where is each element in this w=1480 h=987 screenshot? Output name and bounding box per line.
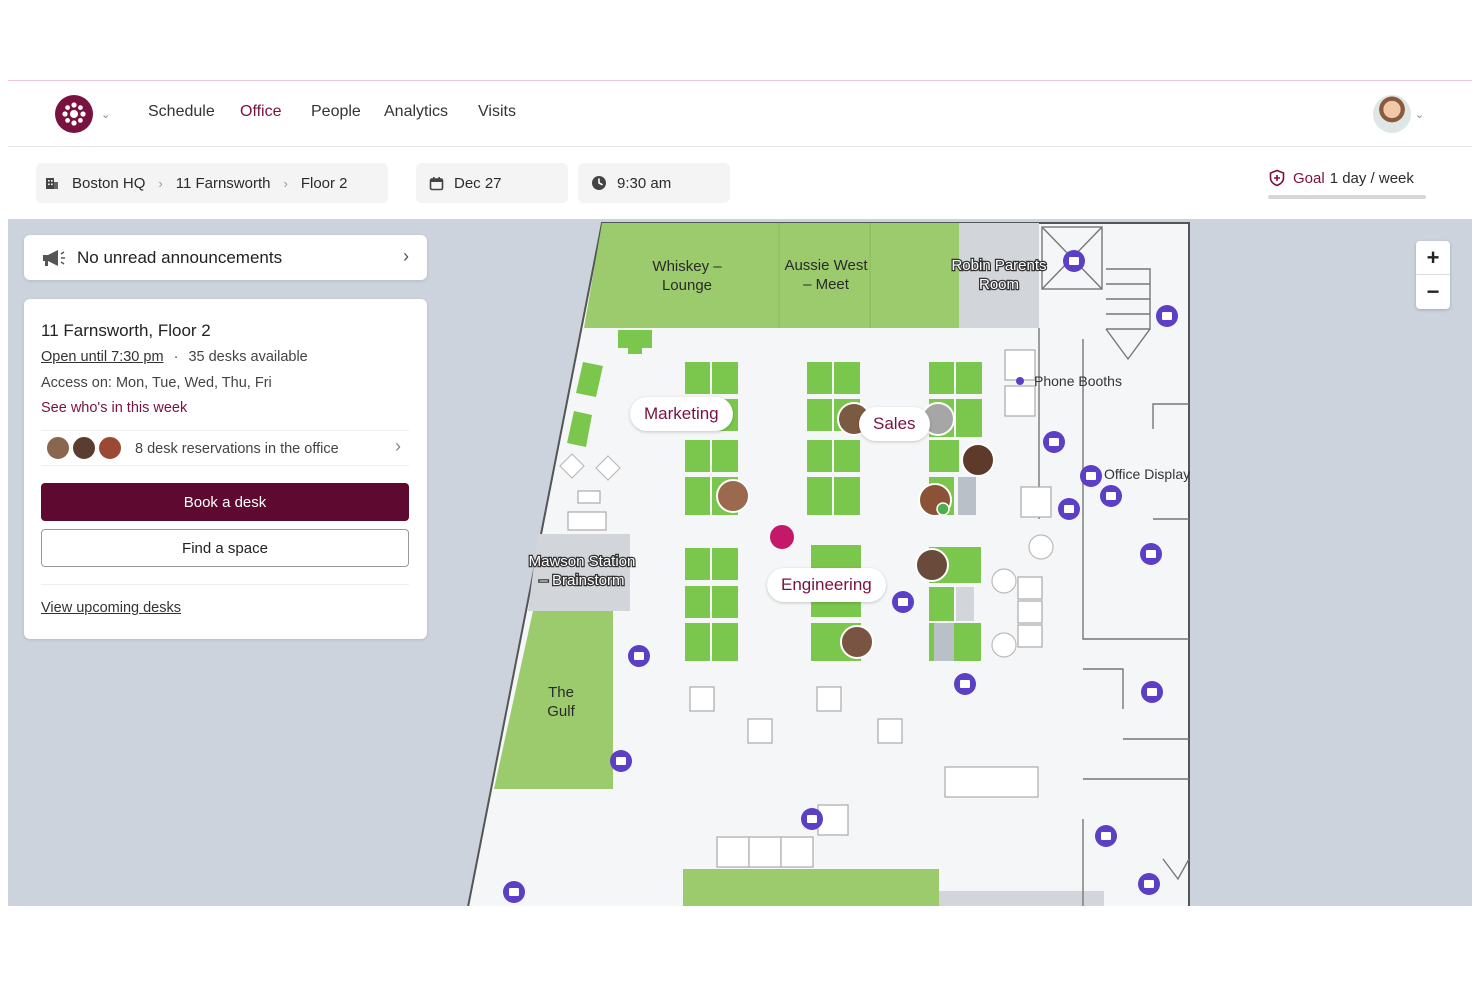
neighborhood-engineering[interactable]: Engineering xyxy=(767,568,886,602)
room-label-mawson: Mawson Station xyxy=(529,553,636,570)
date-value: Dec 27 xyxy=(454,174,502,192)
room-bottom xyxy=(683,869,939,906)
office-title: 11 Farnsworth, Floor 2 xyxy=(41,321,211,340)
room-label-whiskey-2: Lounge xyxy=(662,277,712,294)
shield-plus-icon xyxy=(1269,169,1285,187)
goal-indicator[interactable]: Goal 1 day / week xyxy=(1268,169,1414,187)
goal-value: 1 day / week xyxy=(1329,169,1414,187)
chevron-right-icon: › xyxy=(283,175,288,191)
floor-map-area[interactable]: Whiskey – Lounge Aussie West – Meet Robi… xyxy=(8,219,1472,906)
brand-logo[interactable] xyxy=(55,95,93,133)
room-label-robin-2: Room xyxy=(979,276,1019,293)
nav-people[interactable]: People xyxy=(311,103,361,121)
room-label-robin: Robin Parents xyxy=(951,257,1046,274)
divider xyxy=(41,584,409,585)
breadcrumb-building[interactable]: Boston HQ xyxy=(72,175,145,192)
chevron-right-icon: › xyxy=(403,246,409,266)
breadcrumb-floor[interactable]: Floor 2 xyxy=(301,175,348,192)
filter-bar: Boston HQ › 11 Farnsworth › Floor 2 Dec … xyxy=(8,147,1472,219)
office-hours-row: Open until 7:30 pm · 35 desks available xyxy=(41,349,308,365)
zoom-controls: + − xyxy=(1416,241,1450,309)
nav-office[interactable]: Office xyxy=(240,103,282,121)
chevron-down-icon[interactable]: ⌄ xyxy=(101,108,110,121)
top-nav: ⌄ Schedule Office People Analytics Visit… xyxy=(8,81,1472,147)
calendar-icon xyxy=(429,176,444,190)
breadcrumb-address[interactable]: 11 Farnsworth xyxy=(176,175,271,192)
nav-schedule[interactable]: Schedule xyxy=(148,103,215,121)
avatar xyxy=(45,435,71,461)
office-info-card: 11 Farnsworth, Floor 2 Open until 7:30 p… xyxy=(24,299,427,639)
clock-icon xyxy=(592,176,606,190)
chevron-right-icon: › xyxy=(158,175,163,191)
access-days: Access on: Mon, Tue, Wed, Thu, Fri xyxy=(41,375,272,391)
label-office-display: Office Display xyxy=(1104,466,1190,482)
reservations-row[interactable]: 8 desk reservations in the office › xyxy=(41,430,409,466)
current-location-marker xyxy=(770,525,794,549)
reservations-text: 8 desk reservations in the office xyxy=(135,441,339,457)
desks-available: 35 desks available xyxy=(188,349,308,365)
find-space-button[interactable]: Find a space xyxy=(41,529,409,567)
see-whos-in-link[interactable]: See who's in this week xyxy=(41,400,187,416)
room-label-gulf: The xyxy=(548,684,574,701)
room-label-mawson-2: – Brainstorm xyxy=(539,572,624,589)
nav-analytics[interactable]: Analytics xyxy=(384,103,448,121)
room-label-gulf-2: Gulf xyxy=(547,703,575,720)
zoom-out-button[interactable]: − xyxy=(1416,275,1450,309)
time-value: 9:30 am xyxy=(617,174,672,192)
brand-logo-icon xyxy=(62,102,86,126)
announcements-card[interactable]: No unread announcements › xyxy=(24,235,427,280)
book-desk-button[interactable]: Book a desk xyxy=(41,483,409,521)
chevron-down-icon[interactable]: ⌄ xyxy=(1415,108,1424,121)
neighborhood-sales[interactable]: Sales xyxy=(859,407,930,441)
building-icon xyxy=(46,178,58,189)
room-label-aussie-2: – Meet xyxy=(803,276,850,293)
location-breadcrumb[interactable]: Boston HQ › 11 Farnsworth › Floor 2 xyxy=(36,163,388,203)
label-phone-booths: Phone Booths xyxy=(1034,373,1122,389)
view-upcoming-link[interactable]: View upcoming desks xyxy=(41,600,181,616)
goal-label: Goal xyxy=(1293,169,1325,187)
room-top-row xyxy=(584,223,959,328)
open-until-link[interactable]: Open until 7:30 pm xyxy=(41,349,164,365)
user-avatar[interactable] xyxy=(1373,95,1411,133)
megaphone-icon xyxy=(43,249,65,266)
zoom-in-button[interactable]: + xyxy=(1416,241,1450,275)
date-picker[interactable]: Dec 27 xyxy=(416,163,568,203)
chevron-right-icon: › xyxy=(395,436,401,456)
neighborhood-marketing[interactable]: Marketing xyxy=(630,397,733,431)
time-picker[interactable]: 9:30 am xyxy=(578,163,730,203)
room-label-whiskey: Whiskey – xyxy=(652,258,722,275)
nav-visits[interactable]: Visits xyxy=(478,103,516,121)
room-label-aussie: Aussie West xyxy=(784,257,868,274)
avatar xyxy=(97,435,123,461)
avatar xyxy=(71,435,97,461)
goal-progress-track xyxy=(1268,195,1426,199)
announcements-text: No unread announcements xyxy=(77,247,283,267)
